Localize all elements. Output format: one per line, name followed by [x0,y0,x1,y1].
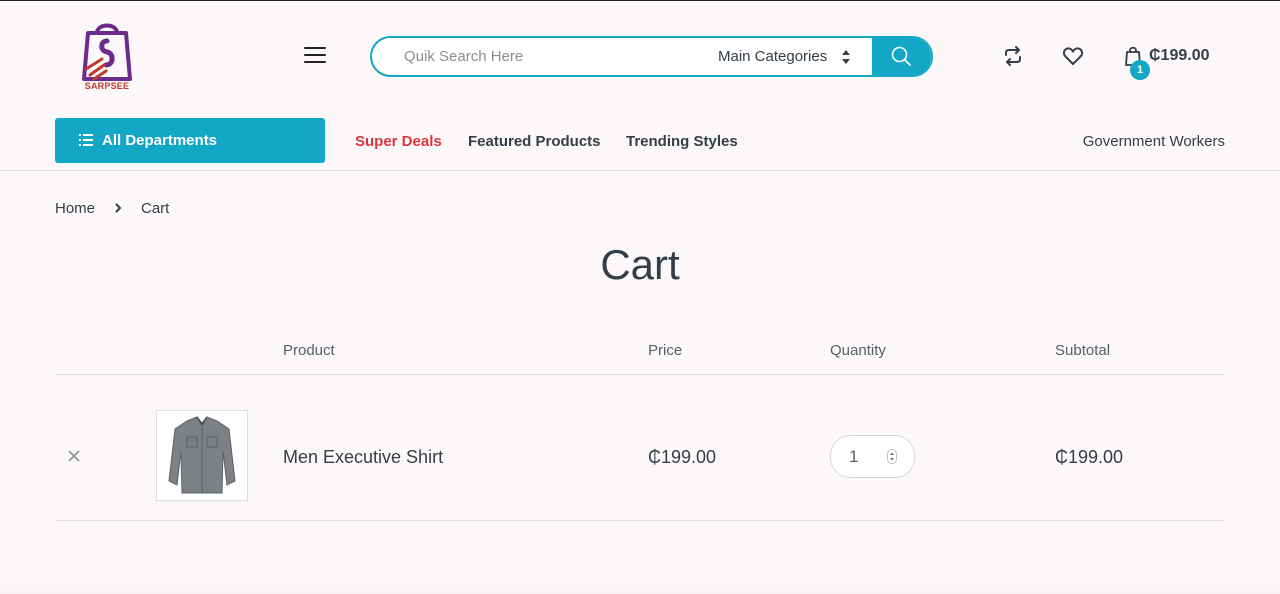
column-header-quantity: Quantity [830,342,886,359]
nav-link-featured-products[interactable]: Featured Products [468,133,601,150]
cart-count-badge: 1 [1130,60,1150,80]
menu-icon-bar [304,61,326,63]
compare-icon [1005,46,1021,66]
wishlist-button[interactable] [1062,45,1084,67]
all-departments-button[interactable]: All Departments [55,118,325,163]
category-select[interactable]: Main Categories [718,38,827,75]
breadcrumb: Home Cart [55,200,169,217]
heart-icon [1062,47,1084,65]
column-header-price: Price [648,342,683,359]
search-icon [891,46,911,66]
breadcrumb-home[interactable]: Home [55,200,95,217]
menu-icon-bar [304,54,326,56]
nav-link-super-deals[interactable]: Super Deals [355,133,442,150]
logo-text: SARPSEE [84,81,130,91]
menu-button[interactable] [304,47,326,65]
nav-link-government-workers[interactable]: Government Workers [1083,133,1225,150]
cart-total[interactable]: ₵199.00 [1149,47,1210,65]
sort-arrows-icon [842,50,850,64]
quantity-value[interactable]: 1 [849,436,858,477]
list-icon [79,134,93,146]
product-price: ₵199.00 [648,447,717,467]
category-select-value: Main Categories [718,48,828,65]
nav-link-trending-styles[interactable]: Trending Styles [626,133,738,150]
site-header: SARPSEE Main Categories [0,1,1280,111]
main-nav: All Departments Super Deals Featured Pro… [0,111,1280,171]
page-title: Cart [600,241,680,288]
section-shadow [0,575,1280,594]
brand-logo[interactable]: SARPSEE [80,19,134,93]
grey-shirt-image [168,416,236,494]
product-subtotal: ₵199.00 [1055,447,1124,467]
close-icon[interactable] [66,448,82,464]
column-header-product: Product [283,342,335,359]
table-divider [55,520,1225,521]
product-thumbnail[interactable] [156,410,248,501]
quantity-stepper[interactable]: 1 [830,435,915,478]
search-bar: Main Categories [370,36,933,77]
chevron-right-icon [115,203,122,213]
table-divider [55,374,1225,375]
compare-button[interactable] [1002,45,1024,67]
product-name-link[interactable]: Men Executive Shirt [283,447,443,468]
all-departments-label: All Departments [102,132,218,149]
search-button[interactable] [872,38,931,75]
search-input[interactable] [372,38,692,75]
spinner-arrows-icon[interactable] [887,449,897,464]
column-header-subtotal: Subtotal [1055,342,1111,359]
breadcrumb-current: Cart [141,200,170,217]
menu-icon-bar [304,47,326,49]
shopping-bag-logo-icon [82,23,132,81]
